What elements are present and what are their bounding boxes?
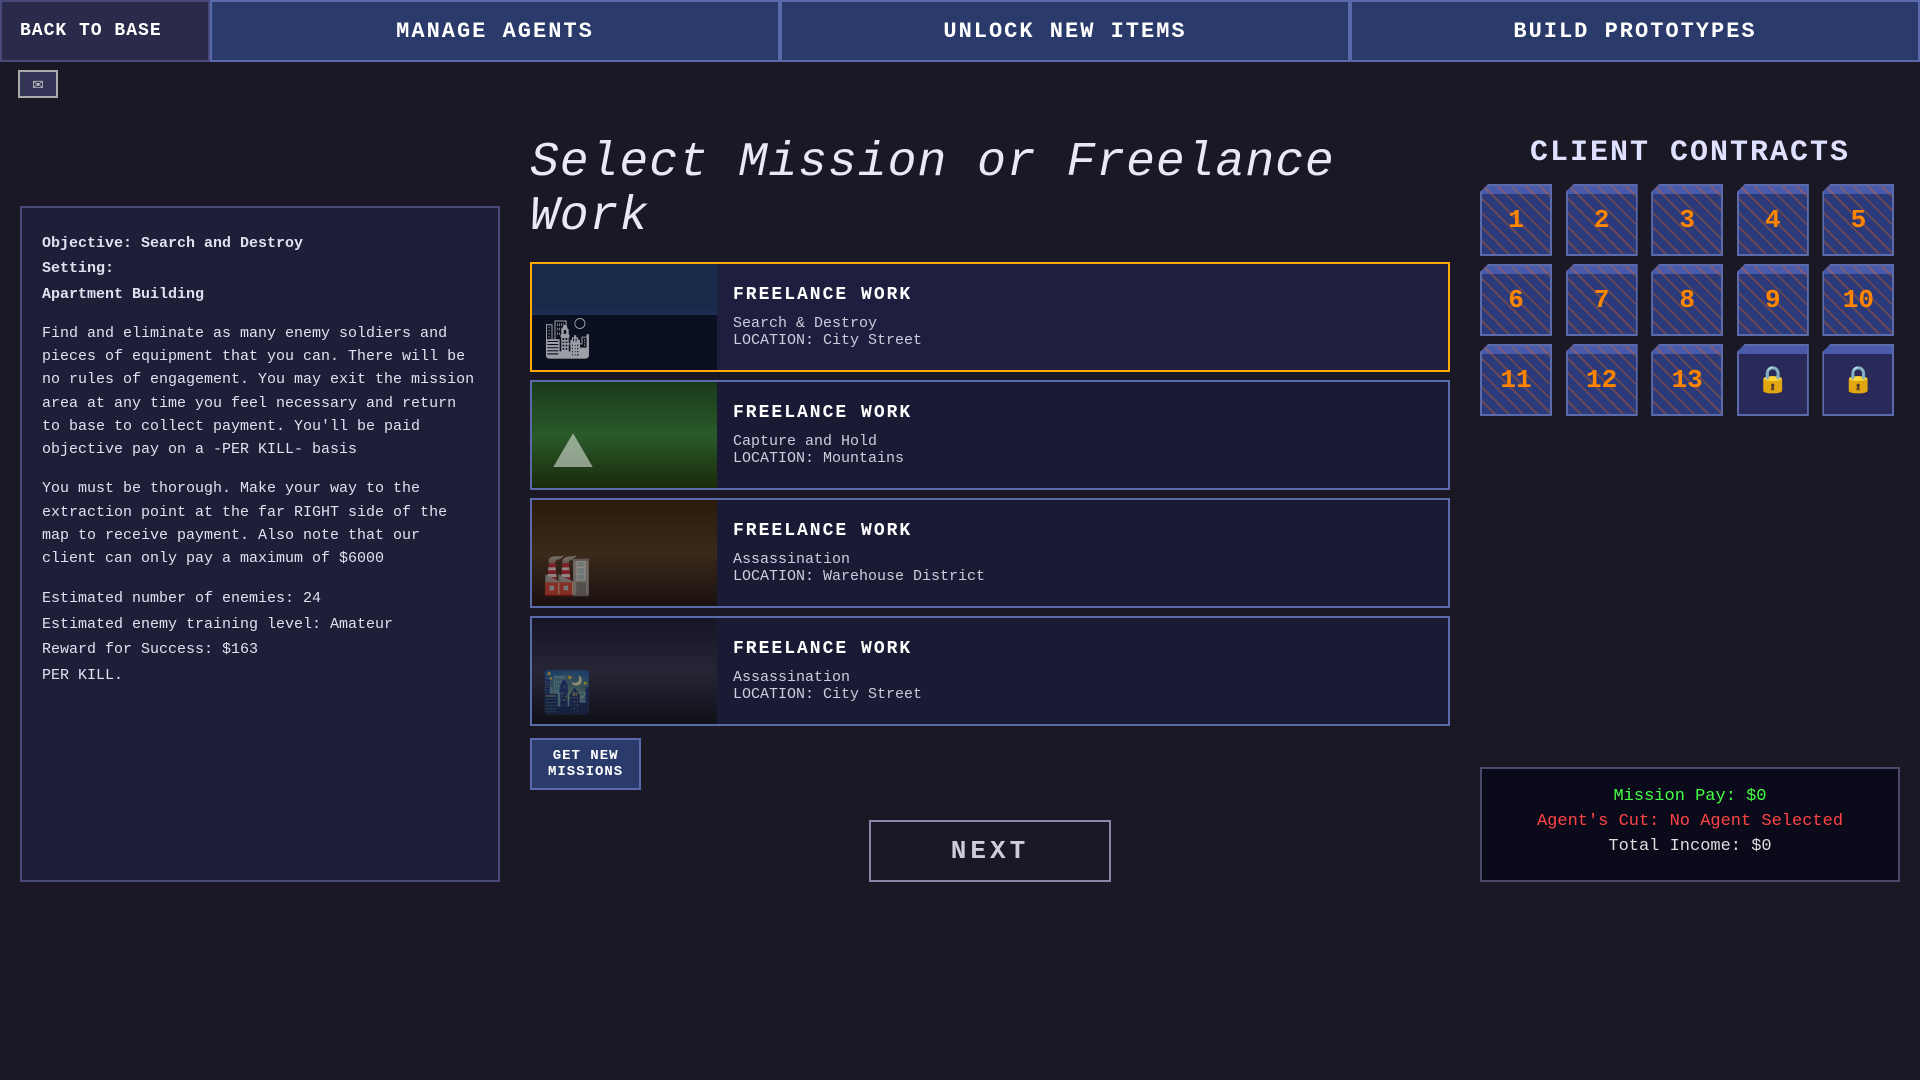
agents-cut-text: Agent's Cut: No Agent Selected	[1502, 812, 1878, 831]
mission-list: FREELANCE WORK Search & Destroy LOCATION…	[530, 262, 1450, 726]
mission-description-panel: Objective: Search and Destroy Setting: A…	[20, 206, 500, 882]
mission-subtype-4: Assassination	[733, 669, 1432, 686]
contract-slot-1[interactable]: 1	[1480, 184, 1552, 256]
main-content: Objective: Search and Destroy Setting: A…	[0, 116, 1920, 882]
next-btn-area: NEXT	[530, 820, 1450, 882]
mail-area: ✉	[0, 62, 1920, 106]
manage-agents-button[interactable]: MANAGE AGENTS	[210, 0, 780, 62]
description-body2: You must be thorough. Make your way to t…	[42, 477, 478, 570]
mission-info-2: FREELANCE WORK Capture and Hold LOCATION…	[717, 382, 1448, 488]
contract-slot-5[interactable]: 5	[1822, 184, 1894, 256]
next-button[interactable]: NEXT	[869, 820, 1111, 882]
contract-slot-9[interactable]: 9	[1737, 264, 1809, 336]
enemy-training: Estimated enemy training level: Amateur	[42, 612, 478, 638]
mission-card-1[interactable]: FREELANCE WORK Search & Destroy LOCATION…	[530, 262, 1450, 372]
setting-label: Setting:	[42, 257, 478, 280]
contract-slot-13[interactable]: 13	[1651, 344, 1723, 416]
unlock-items-button[interactable]: UNLOCK NEW ITEMS	[780, 0, 1350, 62]
mission-subtype-1: Search & Destroy	[733, 315, 1432, 332]
contract-slot-15-locked: 🔒	[1822, 344, 1894, 416]
mission-thumbnail-3	[532, 500, 717, 606]
mission-card-4[interactable]: FREELANCE WORK Assassination LOCATION: C…	[530, 616, 1450, 726]
top-nav: Back to Base MANAGE AGENTS UNLOCK NEW IT…	[0, 0, 1920, 62]
mission-type-3: FREELANCE WORK	[733, 521, 1432, 541]
mission-pay-text: Mission Pay: $0	[1502, 787, 1878, 806]
contract-slot-8[interactable]: 8	[1651, 264, 1723, 336]
mission-thumbnail-4	[532, 618, 717, 724]
contract-slot-6[interactable]: 6	[1480, 264, 1552, 336]
payment-box: Mission Pay: $0 Agent's Cut: No Agent Se…	[1480, 767, 1900, 882]
contract-slot-14-locked: 🔒	[1737, 344, 1809, 416]
mission-thumbnail-1	[532, 264, 717, 370]
mission-subtype-2: Capture and Hold	[733, 433, 1432, 450]
contract-slot-3[interactable]: 3	[1651, 184, 1723, 256]
right-panel: CLIENT CONTRACTS 1 2 3 4 5 6 7 8 9 10 11…	[1480, 116, 1900, 882]
mission-type-4: FREELANCE WORK	[733, 639, 1432, 659]
setting-value: Apartment Building	[42, 283, 478, 306]
enemy-count: Estimated number of enemies: 24	[42, 586, 478, 612]
mission-thumbnail-2	[532, 382, 717, 488]
description-body1: Find and eliminate as many enemy soldier…	[42, 322, 478, 462]
total-income-text: Total Income: $0	[1502, 837, 1878, 856]
contract-slot-12[interactable]: 12	[1566, 344, 1638, 416]
contracts-grid: 1 2 3 4 5 6 7 8 9 10 11 12 13 🔒 🔒	[1480, 184, 1900, 416]
mission-info-4: FREELANCE WORK Assassination LOCATION: C…	[717, 618, 1448, 724]
contract-slot-11[interactable]: 11	[1480, 344, 1552, 416]
contracts-title: CLIENT CONTRACTS	[1480, 136, 1900, 170]
mission-stats: Estimated number of enemies: 24 Estimate…	[42, 586, 478, 688]
mission-location-1: LOCATION: City Street	[733, 332, 1432, 349]
mission-location-4: LOCATION: City Street	[733, 686, 1432, 703]
reward-text: Reward for Success: $163	[42, 637, 478, 663]
mail-icon[interactable]: ✉	[18, 70, 58, 98]
per-kill-text: PER KILL.	[42, 663, 478, 689]
center-panel: Select Mission or Freelance Work FREELAN…	[530, 116, 1450, 882]
mission-location-2: LOCATION: Mountains	[733, 450, 1432, 467]
contract-slot-4[interactable]: 4	[1737, 184, 1809, 256]
mission-info-3: FREELANCE WORK Assassination LOCATION: W…	[717, 500, 1448, 606]
mission-location-3: LOCATION: Warehouse District	[733, 568, 1432, 585]
get-new-missions-button[interactable]: GET NEWMISSIONS	[530, 738, 641, 790]
contract-slot-2[interactable]: 2	[1566, 184, 1638, 256]
objective-text: Objective: Search and Destroy	[42, 232, 478, 255]
mission-info-1: FREELANCE WORK Search & Destroy LOCATION…	[717, 264, 1448, 370]
section-title: Select Mission or Freelance Work	[530, 136, 1450, 244]
mission-subtype-3: Assassination	[733, 551, 1432, 568]
mission-type-1: FREELANCE WORK	[733, 285, 1432, 305]
mission-card-3[interactable]: FREELANCE WORK Assassination LOCATION: W…	[530, 498, 1450, 608]
contract-slot-10[interactable]: 10	[1822, 264, 1894, 336]
mission-card-2[interactable]: FREELANCE WORK Capture and Hold LOCATION…	[530, 380, 1450, 490]
mission-type-2: FREELANCE WORK	[733, 403, 1432, 423]
build-prototypes-button[interactable]: BUILD PROTOTYPES	[1350, 0, 1920, 62]
contract-slot-7[interactable]: 7	[1566, 264, 1638, 336]
back-to-base-button[interactable]: Back to Base	[0, 0, 210, 62]
